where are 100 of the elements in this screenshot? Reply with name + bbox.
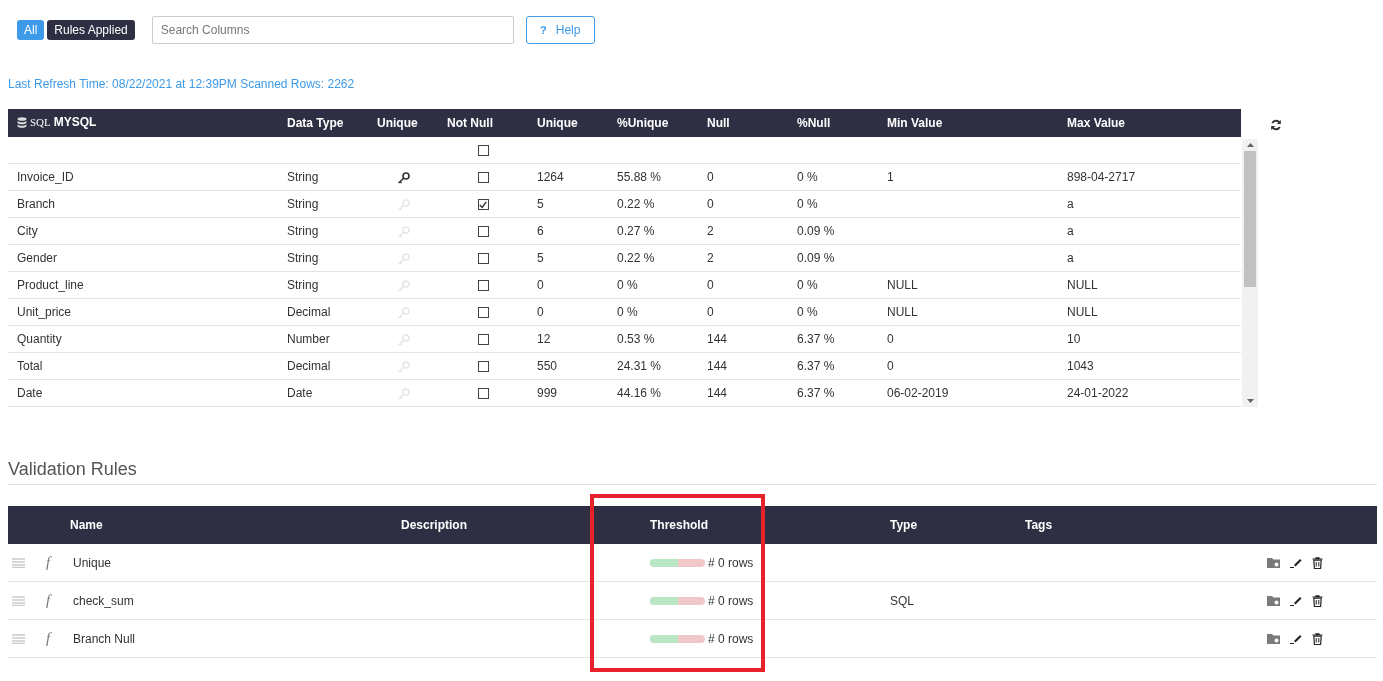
table-cell: String <box>287 278 319 292</box>
checkbox[interactable] <box>477 145 489 157</box>
table-cell: 6.37 % <box>797 332 835 346</box>
column-header: Tags <box>1025 518 1053 532</box>
table-cell: 144 <box>707 359 728 373</box>
column-header: Unique <box>377 116 418 130</box>
table-cell: 0 <box>537 278 544 292</box>
table-cell: 0.53 % <box>617 332 655 346</box>
table-cell: 6.37 % <box>797 359 835 373</box>
column-header: Null <box>707 116 730 130</box>
table-cell: 24.31 % <box>617 359 662 373</box>
table-cell: 1 <box>887 170 894 184</box>
edit-icon[interactable] <box>1290 595 1302 606</box>
table-cell: Total <box>17 359 43 373</box>
rule-name: Branch Null <box>73 631 136 646</box>
table-cell: NULL <box>887 278 918 292</box>
table-cell: String <box>287 224 319 238</box>
drag-handle-icon[interactable] <box>12 633 25 644</box>
column-header: Max Value <box>1067 116 1126 130</box>
edit-icon[interactable] <box>1290 557 1302 568</box>
table-cell: String <box>287 197 319 211</box>
table-cell: Number <box>287 332 330 346</box>
column-header: Unique <box>537 116 578 130</box>
checkbox[interactable] <box>477 280 489 292</box>
table-cell: 6 <box>537 224 544 238</box>
edit-icon[interactable] <box>1290 633 1302 644</box>
table-cell: NULL <box>1067 278 1098 292</box>
checkbox[interactable] <box>477 253 489 265</box>
scrollbar[interactable] <box>1242 139 1258 407</box>
source-tag: SQL <box>30 116 51 129</box>
table-cell: String <box>287 170 319 184</box>
checkbox[interactable] <box>477 172 489 184</box>
refresh-icon[interactable] <box>1270 119 1282 131</box>
threshold-value: # 0 rows <box>708 555 754 570</box>
trash-icon[interactable] <box>1312 594 1323 607</box>
folder-icon[interactable] <box>1267 633 1280 644</box>
rule-name: Unique <box>73 555 112 570</box>
key-icon[interactable] <box>396 171 410 184</box>
table-cell: 1264 <box>537 170 564 184</box>
help-button[interactable]: ? Help <box>525 16 595 44</box>
table-cell: 0 <box>707 278 714 292</box>
drag-handle-icon[interactable] <box>12 557 25 568</box>
table-cell: 5 <box>537 251 544 265</box>
table-cell: 06-02-2019 <box>887 386 949 400</box>
table-cell: Branch <box>17 197 56 211</box>
table-cell: 55.88 % <box>617 170 662 184</box>
table-cell: City <box>17 224 38 238</box>
table-cell: 1043 <box>1067 359 1094 373</box>
function-icon: f <box>46 592 51 609</box>
checkbox[interactable] <box>477 199 489 211</box>
table-cell: 12 <box>537 332 551 346</box>
table-cell: 0 <box>707 197 714 211</box>
table-cell: 898-04-2717 <box>1067 170 1136 184</box>
column-header: Not Null <box>447 116 493 130</box>
table-cell: NULL <box>887 305 918 319</box>
folder-icon[interactable] <box>1267 557 1280 568</box>
table-cell: Product_line <box>17 278 84 292</box>
database-icon <box>17 116 27 128</box>
table-cell: 144 <box>707 332 728 346</box>
checkbox[interactable] <box>477 226 489 238</box>
filter-tab[interactable]: Rules Applied <box>47 20 135 40</box>
table-cell: 0 % <box>617 305 638 319</box>
threshold-value: # 0 rows <box>708 631 754 646</box>
checkbox[interactable] <box>477 307 489 319</box>
table-cell: 0.22 % <box>617 197 655 211</box>
column-header: Type <box>890 518 918 532</box>
table-cell: 5 <box>537 197 544 211</box>
column-header: Description <box>401 518 467 532</box>
search-field[interactable]: Search Columns <box>151 16 514 44</box>
table-cell: a <box>1067 197 1074 211</box>
checkbox[interactable] <box>477 334 489 346</box>
checkbox[interactable] <box>477 361 489 373</box>
table-cell: 0 % <box>797 197 818 211</box>
table-cell: NULL <box>1067 305 1098 319</box>
column-header: %Unique <box>617 116 669 130</box>
table-cell: 0.09 % <box>797 251 835 265</box>
table-cell: 0.22 % <box>617 251 655 265</box>
table-cell: Date <box>17 386 43 400</box>
filter-tab[interactable]: All <box>17 20 45 40</box>
checkbox[interactable] <box>477 388 489 400</box>
trash-icon[interactable] <box>1312 632 1323 645</box>
table-cell: String <box>287 251 319 265</box>
threshold-value: # 0 rows <box>708 593 754 608</box>
table-cell: Invoice_ID <box>17 170 74 184</box>
table-cell: 0 <box>707 305 714 319</box>
table-cell: Unit_price <box>17 305 72 319</box>
table-cell: a <box>1067 224 1074 238</box>
table-cell: 0 <box>537 305 544 319</box>
trash-icon[interactable] <box>1312 556 1323 569</box>
refresh-info: Last Refresh Time: 08/22/2021 at 12:39PM Scanned Rows: 2262 <box>8 77 356 91</box>
drag-handle-icon[interactable] <box>12 595 25 606</box>
column-header: Data Type <box>287 116 344 130</box>
table-cell: 0 % <box>617 278 638 292</box>
threshold-bar <box>650 634 705 643</box>
table-cell: 6.37 % <box>797 386 835 400</box>
rule-name: check_sum <box>73 593 134 608</box>
table-cell: Decimal <box>287 359 331 373</box>
table-cell: 2 <box>707 224 714 238</box>
folder-icon[interactable] <box>1267 595 1280 606</box>
table-cell: 0 % <box>797 170 818 184</box>
